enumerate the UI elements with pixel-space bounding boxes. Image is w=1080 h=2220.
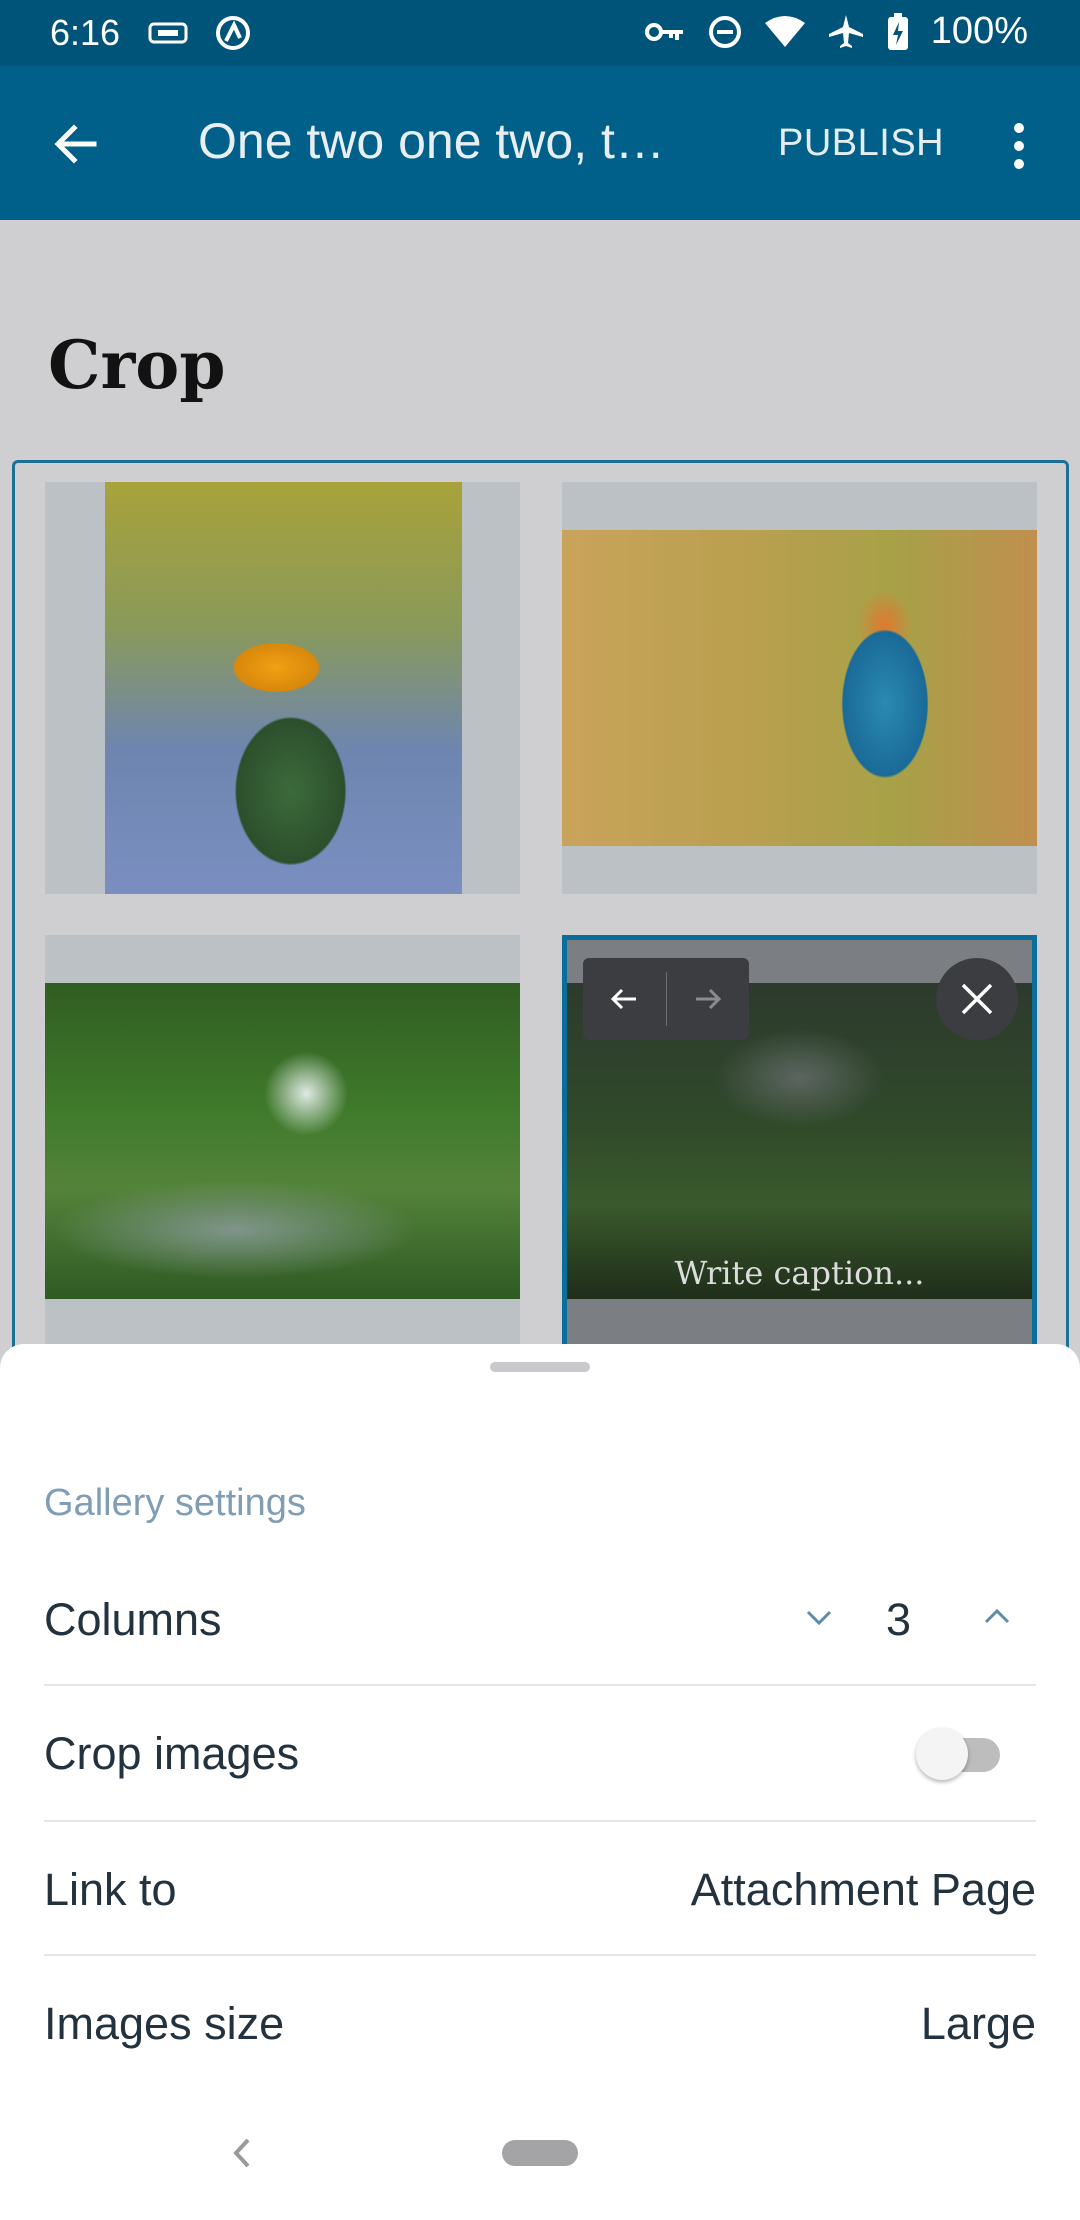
screen: 6:16 100% One two one two, t… PUBLISH Cr… <box>0 0 1080 2220</box>
forest-stream-image <box>45 983 520 1299</box>
crop-images-row[interactable]: Crop images <box>44 1686 1036 1821</box>
gallery-image-stream[interactable] <box>45 935 520 1355</box>
status-bar: 6:16 100% <box>0 0 1080 66</box>
link-to-value: Attachment Page <box>690 1864 1036 1915</box>
sheet-drag-handle[interactable] <box>490 1362 590 1372</box>
images-size-label: Images size <box>44 1998 285 2049</box>
chevron-down-icon <box>806 1610 832 1626</box>
crop-images-label: Crop images <box>44 1728 300 1779</box>
columns-row: Columns 3 <box>44 1552 1036 1687</box>
gallery-settings-sheet: Gallery settings Columns 3 Crop images L… <box>0 1344 1080 2220</box>
kingfisher-image <box>562 530 1037 846</box>
wifi-icon <box>764 15 805 47</box>
columns-decrement-button[interactable] <box>794 1592 844 1642</box>
gallery-image-oriole[interactable] <box>45 482 520 894</box>
more-options-button[interactable] <box>994 116 1044 176</box>
nav-home-pill[interactable] <box>502 2140 578 2166</box>
arrow-left-icon <box>54 124 97 164</box>
move-left-button[interactable] <box>583 958 666 1040</box>
move-right-button[interactable] <box>667 958 750 1040</box>
vpn-key-icon <box>644 22 683 41</box>
close-icon <box>961 983 993 1015</box>
image-mover <box>583 958 749 1040</box>
battery-percent: 100% <box>930 10 1028 52</box>
gallery-image-kingfisher[interactable] <box>562 482 1037 894</box>
status-time: 6:16 <box>50 12 121 53</box>
nav-back-button[interactable] <box>222 2130 262 2176</box>
status-left-icons <box>148 14 252 52</box>
more-vert-icon <box>1014 123 1024 169</box>
images-size-value: Large <box>920 1998 1036 2049</box>
link-to-label: Link to <box>44 1864 177 1915</box>
columns-label: Columns <box>44 1594 222 1645</box>
oriole-image <box>105 482 462 894</box>
status-right: 100% <box>644 10 1028 53</box>
crop-images-toggle-thumb[interactable] <box>916 1728 968 1780</box>
publish-button[interactable]: PUBLISH <box>778 122 944 165</box>
columns-value: 3 <box>886 1594 912 1645</box>
caption-input[interactable]: Write caption... <box>567 1254 1032 1292</box>
gallery-block[interactable]: Write caption... <box>12 460 1069 1380</box>
circle-a-icon <box>216 16 250 50</box>
link-to-row[interactable]: Link to Attachment Page <box>44 1822 1036 1957</box>
chevron-left-icon <box>233 2138 250 2168</box>
post-title: One two one two, t… <box>198 113 665 169</box>
columns-increment-button[interactable] <box>972 1592 1022 1642</box>
editor-canvas: Crop Write caption... <box>0 220 1080 1380</box>
remove-image-button[interactable] <box>936 958 1018 1040</box>
app-bar: One two one two, t… PUBLISH <box>0 66 1080 220</box>
do-not-disturb-icon <box>708 15 741 48</box>
sheet-title: Gallery settings <box>44 1482 306 1524</box>
gallery-image-ferns-selected[interactable]: Write caption... <box>562 935 1037 1355</box>
images-size-row[interactable]: Images size Large <box>44 1956 1036 2091</box>
heading-block[interactable]: Crop <box>48 326 225 404</box>
battery-charging-icon <box>887 12 908 50</box>
chevron-up-icon <box>984 1608 1010 1624</box>
airplane-icon <box>828 14 863 48</box>
arrow-right-icon <box>695 988 721 1010</box>
back-button[interactable] <box>46 114 106 174</box>
arrow-left-icon <box>611 988 637 1010</box>
data-saver-icon <box>148 22 188 44</box>
